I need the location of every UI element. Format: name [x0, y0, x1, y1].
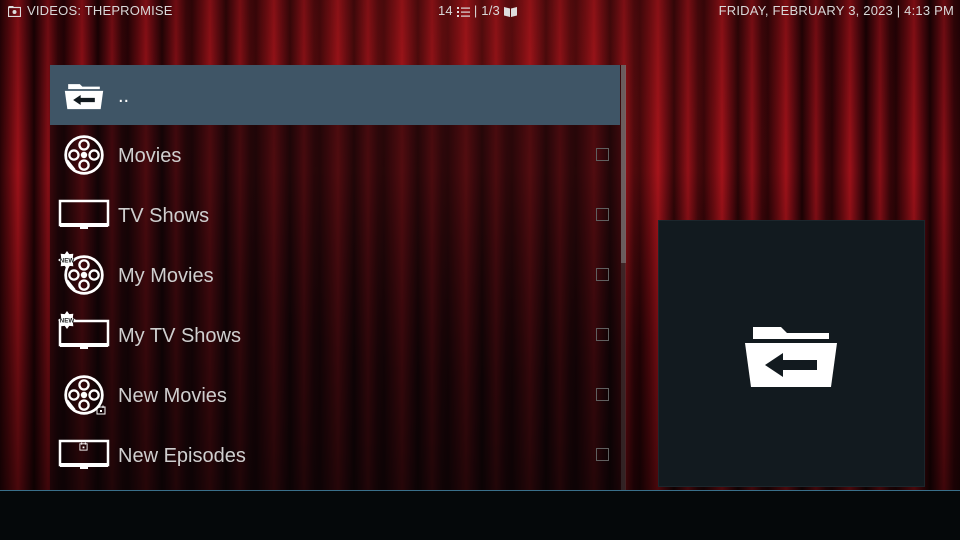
- kodi-video-screen: VIDEOS: THEPROMISE 14 | 1/3 FRIDAY, FEBR…: [0, 0, 960, 540]
- watched-checkbox[interactable]: [596, 328, 609, 341]
- bottom-bar: [0, 490, 960, 540]
- film-reel-new-badge-icon: [58, 251, 104, 295]
- tv-icon: [58, 199, 110, 231]
- watched-checkbox[interactable]: [596, 268, 609, 281]
- tv-calendar-icon: [58, 439, 110, 471]
- page-indicator: | 1/3: [473, 3, 500, 18]
- watched-checkbox[interactable]: [596, 448, 609, 461]
- list-item-label: TV Shows: [118, 205, 210, 227]
- list-item-label: New Movies: [118, 385, 227, 407]
- list-item-label: ..: [118, 85, 130, 107]
- preview-panel: [658, 220, 925, 487]
- header-left: VIDEOS: THEPROMISE: [7, 3, 173, 18]
- list-scrollbar[interactable]: [621, 65, 626, 490]
- list-item-my-tv-shows[interactable]: My TV Shows: [50, 305, 620, 365]
- list-item-tv-shows[interactable]: TV Shows: [50, 185, 620, 245]
- list-icon: [456, 5, 470, 17]
- file-list: .. Movies TV Shows My Movies My TV Shows…: [50, 65, 625, 490]
- list-item-my-movies[interactable]: My Movies: [50, 245, 620, 305]
- watched-checkbox[interactable]: [596, 208, 609, 221]
- list-item-parent-folder[interactable]: ..: [50, 65, 620, 125]
- list-item-label: Movies: [118, 145, 182, 167]
- list-item-label: New Episodes: [118, 445, 246, 467]
- folder-back-icon: [64, 84, 104, 110]
- list-item-label: My Movies: [118, 265, 214, 287]
- list-item-movies[interactable]: Movies: [50, 125, 620, 185]
- header-center: 14 | 1/3: [438, 3, 517, 18]
- watched-checkbox[interactable]: [596, 388, 609, 401]
- tv-new-badge-icon: [58, 311, 110, 351]
- header-datetime: FRIDAY, FEBRUARY 3, 2023 | 4:13 PM: [718, 3, 954, 18]
- scrollbar-thumb[interactable]: [621, 65, 626, 263]
- list-item-new-episodes[interactable]: New Episodes: [50, 425, 620, 485]
- window-title: VIDEOS: THEPROMISE: [27, 3, 173, 18]
- list-item-new-movies[interactable]: New Movies: [50, 365, 620, 425]
- folder-back-icon: [745, 327, 837, 387]
- book-icon: [503, 5, 517, 17]
- watched-checkbox[interactable]: [596, 148, 609, 161]
- list-item-label: My TV Shows: [118, 325, 241, 347]
- item-count: 14: [438, 3, 453, 18]
- film-reel-calendar-icon: [64, 375, 106, 415]
- videos-icon: [7, 5, 22, 18]
- film-reel-icon: [64, 135, 104, 175]
